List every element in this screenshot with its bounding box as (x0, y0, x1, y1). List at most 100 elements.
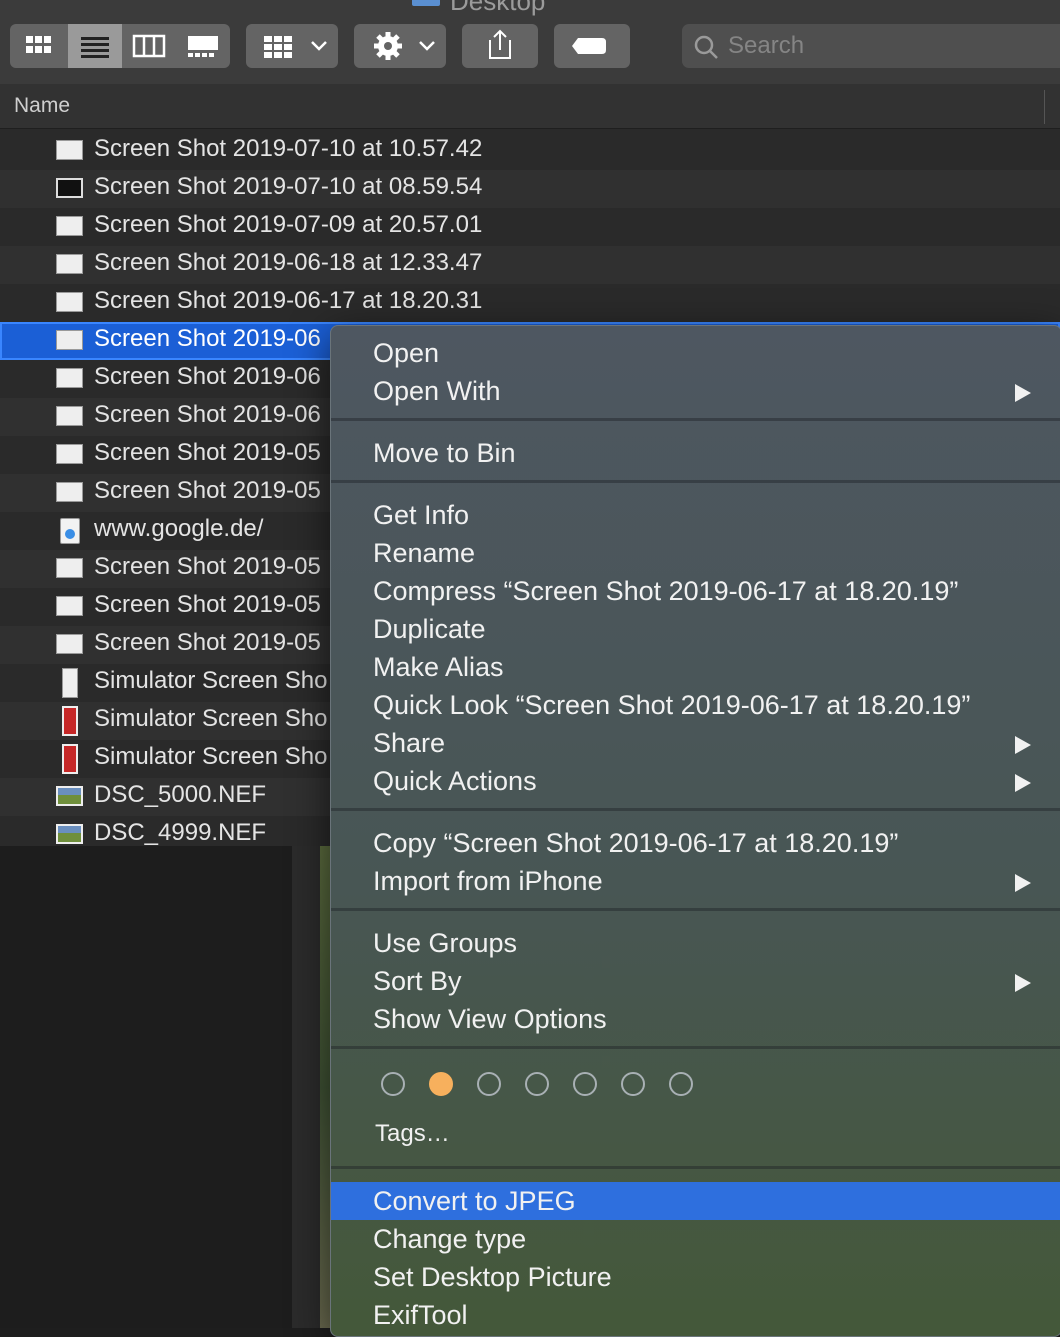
folder-icon (412, 0, 440, 6)
menu-item-label: Change type (373, 1224, 527, 1254)
name-column-header[interactable]: Name (14, 94, 70, 118)
search-icon (694, 35, 718, 59)
file-name: Screen Shot 2019-07-10 at 10.57.42 (94, 135, 483, 162)
tag-orange-dot[interactable] (429, 1072, 453, 1096)
file-row[interactable]: Screen Shot 2019-07-09 at 20.57.01 (0, 208, 1060, 246)
screenshot-icon (56, 634, 83, 654)
file-name: Screen Shot 2019-07-10 at 08.59.54 (94, 173, 483, 200)
column-view-button[interactable] (122, 24, 176, 68)
tag-dot[interactable] (621, 1072, 645, 1096)
menu-item-sort-by[interactable]: Sort By (331, 962, 1060, 1000)
menu-item-label: ExifTool (373, 1300, 468, 1330)
menu-item-label: Copy “Screen Shot 2019-06-17 at 18.20.19… (373, 828, 899, 858)
webloc-icon (60, 518, 80, 544)
menu-item-copy-screen-shot-2019-06-17-at-18-20-19[interactable]: Copy “Screen Shot 2019-06-17 at 18.20.19… (331, 824, 1060, 862)
file-name: DSC_4999.NEF (94, 819, 267, 846)
file-name: Screen Shot 2019-05 (94, 439, 321, 466)
menu-item-label: Quick Actions (373, 766, 537, 796)
submenu-arrow-icon (1015, 774, 1031, 792)
menu-item-compress-screen-shot-2019-06-17-at-18-20-19[interactable]: Compress “Screen Shot 2019-06-17 at 18.2… (331, 572, 1060, 610)
menu-separator (331, 480, 1060, 483)
list-header: Name (0, 84, 1060, 129)
menu-item-convert-to-jpeg[interactable]: Convert to JPEG (331, 1182, 1060, 1220)
phone-screenshot-red-icon (62, 706, 78, 736)
file-name: Screen Shot 2019-05 (94, 629, 321, 656)
screenshot-icon (56, 406, 83, 426)
menu-item-label: Compress “Screen Shot 2019-06-17 at 18.2… (373, 576, 959, 606)
file-name: Simulator Screen Sho (94, 743, 328, 770)
menu-item-exiftool[interactable]: ExifTool (331, 1296, 1060, 1334)
screenshot-icon (56, 330, 83, 350)
background-window-edge (292, 846, 610, 1328)
screenshot-dark-icon (56, 178, 83, 198)
menu-item-label: Open (373, 338, 440, 368)
phone-screenshot-red-icon (62, 744, 78, 774)
file-name: Screen Shot 2019-06 (94, 363, 321, 390)
file-name: Screen Shot 2019-06-18 at 12.33.47 (94, 249, 483, 276)
list-view-icon (81, 37, 109, 58)
column-divider[interactable] (1044, 90, 1045, 124)
tag-button[interactable] (554, 24, 630, 68)
menu-item-duplicate[interactable]: Duplicate (331, 610, 1060, 648)
menu-item-show-view-options[interactable]: Show View Options (331, 1000, 1060, 1038)
icon-view-button[interactable] (10, 24, 66, 68)
screenshot-icon (56, 292, 83, 312)
menu-item-label: Get Info (373, 500, 470, 530)
menu-item-quick-actions[interactable]: Quick Actions (331, 762, 1060, 800)
menu-item-rename[interactable]: Rename (331, 534, 1060, 572)
action-button[interactable] (354, 24, 446, 68)
menu-item-use-groups[interactable]: Use Groups (331, 924, 1060, 962)
menu-item-label: Share (373, 728, 446, 758)
tag-dot[interactable] (381, 1072, 405, 1096)
file-row[interactable]: Screen Shot 2019-07-10 at 10.57.42 (0, 132, 1060, 170)
menu-item-label: Sort By (373, 966, 462, 996)
search-input[interactable]: Search (728, 32, 804, 60)
menu-item-label: Tags… (375, 1120, 450, 1147)
gallery-view-icon (188, 36, 218, 57)
menu-item-import-from-iphone[interactable]: Import from iPhone (331, 862, 1060, 900)
screenshot-icon (56, 216, 83, 236)
menu-item-label: Show View Options (373, 1004, 607, 1034)
menu-item-get-info[interactable]: Get Info (331, 496, 1060, 534)
file-name: Simulator Screen Sho (94, 667, 328, 694)
list-view-button[interactable] (68, 24, 122, 68)
menu-item-make-alias[interactable]: Make Alias (331, 648, 1060, 686)
menu-item-open[interactable]: Open (331, 334, 1060, 372)
share-button[interactable] (462, 24, 538, 68)
submenu-arrow-icon (1015, 736, 1031, 754)
file-name: Screen Shot 2019-06 (94, 325, 321, 352)
file-name: Simulator Screen Sho (94, 705, 328, 732)
file-name: Screen Shot 2019-05 (94, 477, 321, 504)
gallery-view-button[interactable] (176, 24, 230, 68)
screenshot-icon (56, 140, 83, 160)
submenu-arrow-icon (1015, 384, 1031, 402)
menu-item-change-type[interactable]: Change type (331, 1220, 1060, 1258)
file-row[interactable]: Screen Shot 2019-07-10 at 08.59.54 (0, 170, 1060, 208)
menu-item-label: Duplicate (373, 614, 486, 644)
menu-separator (331, 1166, 1060, 1169)
phone-screenshot-icon (62, 668, 78, 698)
photo-icon (56, 786, 83, 806)
view-mode-control (10, 24, 230, 68)
menu-item-tags[interactable]: Tags… (331, 1116, 1060, 1154)
menu-item-set-desktop-picture[interactable]: Set Desktop Picture (331, 1258, 1060, 1296)
file-row[interactable]: Screen Shot 2019-06-17 at 18.20.31 (0, 284, 1060, 322)
toolbar: Desktop Search (0, 0, 1060, 85)
menu-item-label: Make Alias (373, 652, 504, 682)
menu-item-label: Use Groups (373, 928, 518, 958)
screenshot-icon (56, 368, 83, 388)
tag-dot[interactable] (669, 1072, 693, 1096)
tag-dot[interactable] (477, 1072, 501, 1096)
search-field[interactable]: Search (682, 24, 1060, 68)
menu-item-share[interactable]: Share (331, 724, 1060, 762)
tag-dot[interactable] (573, 1072, 597, 1096)
menu-item-open-with[interactable]: Open With (331, 372, 1060, 410)
menu-item-quick-look-screen-shot-2019-06-17-at-18-20-19[interactable]: Quick Look “Screen Shot 2019-06-17 at 18… (331, 686, 1060, 724)
menu-separator (331, 808, 1060, 811)
tag-dot[interactable] (525, 1072, 549, 1096)
context-menu: Open Open With Move to Bin Get Info Rename Co… (330, 325, 1060, 1337)
menu-item-move-to-bin[interactable]: Move to Bin (331, 434, 1060, 472)
file-row[interactable]: Screen Shot 2019-06-18 at 12.33.47 (0, 246, 1060, 284)
menu-separator (331, 418, 1060, 421)
group-button[interactable] (246, 24, 338, 68)
